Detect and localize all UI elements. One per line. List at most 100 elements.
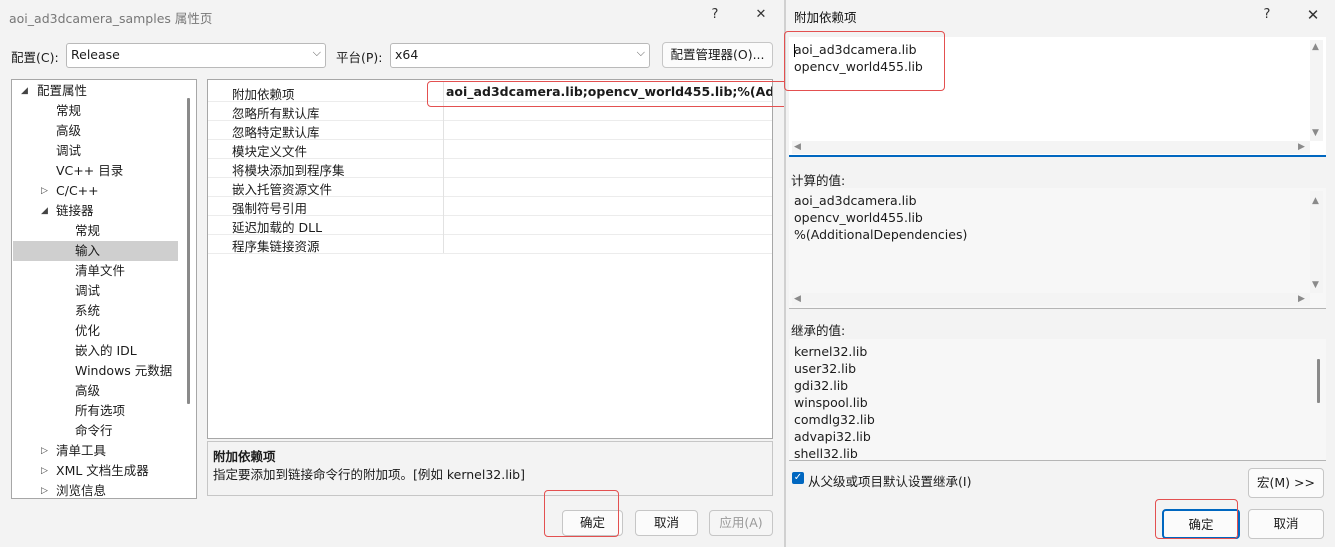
tree-item[interactable]: 调试 — [13, 281, 178, 301]
platform-value: x64 — [395, 47, 419, 62]
computed-line: opencv_world455.lib — [794, 210, 923, 225]
config-manager-button[interactable]: 配置管理器(O)... — [662, 42, 773, 68]
tree-item[interactable]: Windows 元数据 — [13, 361, 178, 381]
computed-line: %(AdditionalDependencies) — [794, 227, 968, 242]
computed-values-label: 计算的值: — [791, 173, 846, 188]
property-row[interactable]: 将模块添加到程序集 — [208, 158, 772, 178]
column-divider — [443, 234, 444, 253]
highlight-box-edit-lines — [784, 31, 945, 91]
tree-item-label: 高级 — [75, 383, 101, 398]
tree-item[interactable]: 嵌入的 IDL — [13, 341, 178, 361]
inherited-scrollbar-thumb[interactable] — [1317, 359, 1320, 403]
dep-help-button[interactable]: ? — [1256, 4, 1278, 26]
tree-item[interactable]: 系统 — [13, 301, 178, 321]
column-divider — [443, 215, 444, 234]
tree-item-label: 系统 — [75, 303, 101, 318]
highlight-box-ok-button — [544, 490, 619, 537]
tree-item[interactable]: 优化 — [13, 321, 178, 341]
tree-item[interactable]: 高级 — [13, 381, 178, 401]
tree-item[interactable]: ▷ XML 文档生成器 — [13, 461, 178, 481]
tree-item[interactable]: ▷ C/C++ — [13, 181, 178, 201]
collapsed-arrow-icon[interactable]: ▷ — [41, 441, 48, 461]
tree-item[interactable]: 所有选项 — [13, 401, 178, 421]
tree-item-label: Windows 元数据 — [75, 363, 173, 378]
tree-scrollbar[interactable] — [187, 98, 190, 404]
tree-item[interactable]: 清单文件 — [13, 261, 178, 281]
tree-item[interactable]: VC++ 目录 — [13, 161, 178, 181]
property-row[interactable]: 强制符号引用 — [208, 196, 772, 216]
inherited-line: winspool.lib — [794, 395, 868, 410]
category-tree[interactable]: ◢ 配置属性 常规 高级 调试 VC++ 目录 ▷ C/C++ ◢ 链接器 常规 输入 清单文件 调试 系统… — [11, 79, 197, 499]
scroll-right-icon: ▶ — [1298, 142, 1305, 152]
scroll-left-icon: ◀ — [794, 142, 801, 152]
scroll-up-icon: ▲ — [1312, 42, 1319, 52]
help-button[interactable]: ? — [704, 4, 726, 26]
tree-item-label: XML 文档生成器 — [56, 463, 149, 478]
expanded-arrow-icon[interactable]: ◢ — [41, 201, 48, 221]
collapsed-arrow-icon[interactable]: ▷ — [41, 181, 48, 201]
tree-item[interactable]: ▷ 浏览信息 — [13, 481, 178, 498]
tree-item-label: 常规 — [75, 223, 101, 238]
scroll-up-icon: ▲ — [1312, 196, 1319, 206]
cancel-button[interactable]: 取消 — [635, 510, 698, 536]
inherit-checkbox[interactable]: ✓ — [792, 472, 804, 484]
tree-item-label: 所有选项 — [75, 403, 126, 418]
dep-cancel-button[interactable]: 取消 — [1248, 509, 1324, 539]
computed-vertical-scrollbar[interactable]: ▲ ▼ — [1310, 191, 1323, 293]
platform-select[interactable]: x64 ⌵ — [390, 43, 650, 68]
column-divider — [443, 139, 444, 158]
collapsed-arrow-icon[interactable]: ▷ — [41, 461, 48, 481]
tree-item[interactable]: ◢ 链接器 — [13, 201, 178, 221]
config-select[interactable]: Release ⌵ — [66, 43, 326, 68]
dep-close-button[interactable]: ✕ — [1302, 4, 1324, 26]
edit-vertical-scrollbar[interactable]: ▲ ▼ — [1310, 40, 1323, 141]
tree-item[interactable]: ◢ 配置属性 — [13, 81, 178, 101]
column-divider — [443, 158, 444, 177]
inherited-values-label: 继承的值: — [791, 323, 846, 338]
column-divider — [443, 120, 444, 139]
tree-item-label: 清单工具 — [56, 443, 107, 458]
inherited-line: comdlg32.lib — [794, 412, 875, 427]
apply-button[interactable]: 应用(A) — [709, 510, 773, 536]
tree-item-label: 优化 — [75, 323, 101, 338]
tree-item[interactable]: 高级 — [13, 121, 178, 141]
platform-label: 平台(P): — [336, 50, 383, 65]
chevron-down-icon: ⌵ — [636, 46, 645, 59]
collapsed-arrow-icon[interactable]: ▷ — [41, 481, 48, 498]
expanded-arrow-icon[interactable]: ◢ — [21, 81, 28, 101]
property-row[interactable]: 模块定义文件 — [208, 139, 772, 159]
macros-button[interactable]: 宏(M) >> — [1248, 468, 1324, 498]
inherited-values-box: kernel32.lib user32.lib gdi32.lib winspool.… — [789, 339, 1326, 461]
inherited-line: kernel32.lib — [794, 344, 868, 359]
tree-item[interactable]: ▷ 清单工具 — [13, 441, 178, 461]
tree-item[interactable]: 命令行 — [13, 421, 178, 441]
property-grid[interactable]: 附加依赖项 aoi_ad3dcamera.lib;opencv_world455.… — [207, 79, 773, 439]
edit-horizontal-scrollbar[interactable]: ◀ ▶ — [792, 141, 1310, 154]
tree-item[interactable]: 调试 — [13, 141, 178, 161]
tree-item[interactable]: 常规 — [13, 221, 178, 241]
inherited-line: advapi32.lib — [794, 429, 871, 444]
property-pages-dialog: aoi_ad3dcamera_samples 属性页 ? ✕ 配置(C): Re… — [0, 0, 794, 547]
computed-horizontal-scrollbar[interactable]: ◀ ▶ — [792, 293, 1310, 306]
property-row[interactable]: 忽略特定默认库 — [208, 120, 772, 140]
tree-item[interactable]: 输入 — [13, 241, 178, 261]
property-row[interactable]: 延迟加载的 DLL — [208, 215, 772, 235]
dialog-title: aoi_ad3dcamera_samples 属性页 — [9, 11, 213, 26]
tree-item[interactable]: 常规 — [13, 101, 178, 121]
inherited-line: gdi32.lib — [794, 378, 849, 393]
tree-item-label: 链接器 — [56, 203, 94, 218]
computed-line: aoi_ad3dcamera.lib — [794, 193, 917, 208]
inherited-line: user32.lib — [794, 361, 857, 376]
tree-item-label: 命令行 — [75, 423, 113, 438]
property-row[interactable]: 嵌入托管资源文件 — [208, 177, 772, 197]
property-name: 程序集链接资源 — [232, 239, 320, 254]
property-row[interactable]: 程序集链接资源 — [208, 234, 772, 254]
tree-item-label: 浏览信息 — [56, 483, 107, 498]
tree-item-label: 常规 — [56, 103, 82, 118]
close-button[interactable]: ✕ — [750, 4, 772, 26]
computed-values-box: aoi_ad3dcamera.lib opencv_world455.lib %(A… — [789, 188, 1326, 309]
inherit-checkbox-label[interactable]: 从父级或项目默认设置继承(I) — [808, 471, 971, 490]
dep-dialog-title: 附加依赖项 — [794, 10, 857, 25]
description-text: 指定要添加到链接命令行的附加项。[例如 kernel32.lib] — [213, 467, 525, 482]
description-panel: 附加依赖项 指定要添加到链接命令行的附加项。[例如 kernel32.lib] — [207, 441, 773, 496]
